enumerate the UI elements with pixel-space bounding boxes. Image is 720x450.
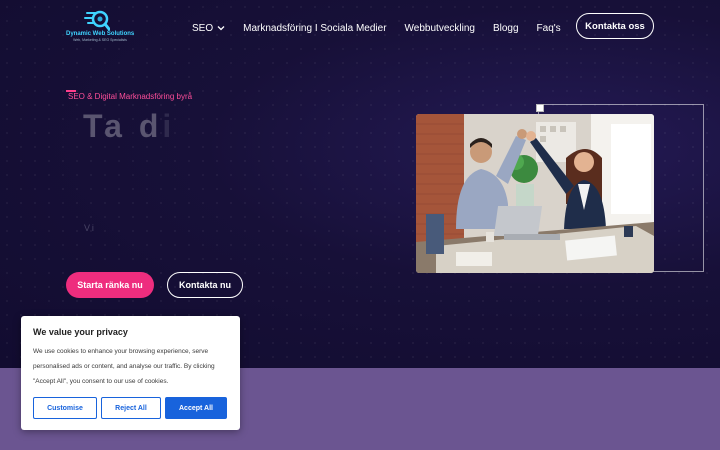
- logo-tagline: Web, Marketing & SEO Specialists: [73, 38, 127, 42]
- start-button[interactable]: Starta ränka nu: [66, 272, 154, 298]
- hero-headline-faded: i: [162, 108, 176, 144]
- main-nav: SEO Marknadsföring I Sociala Medier Webb…: [192, 20, 579, 36]
- contact-us-button[interactable]: Kontakta oss: [576, 13, 654, 39]
- contact-now-button[interactable]: Kontakta nu: [167, 272, 243, 298]
- nav-item-label: Faq's: [536, 22, 561, 34]
- nav-item-label: Webbutveckling: [404, 22, 475, 34]
- cookie-customise-button[interactable]: Customise: [33, 397, 97, 419]
- cookie-accept-all-button[interactable]: Accept All: [165, 397, 227, 419]
- nav-item-label: SEO: [192, 22, 214, 34]
- cookie-reject-all-button[interactable]: Reject All: [101, 397, 161, 419]
- nav-item-web-development[interactable]: Webbutveckling: [405, 23, 475, 34]
- hero-headline: Ta di: [83, 108, 175, 145]
- logo-name: Dynamic Web Solutions: [66, 31, 135, 37]
- hero-subtext: Vi: [84, 223, 96, 233]
- hero-photo-high-five: [416, 114, 654, 273]
- nav-item-blog[interactable]: Blogg: [493, 23, 519, 34]
- cookie-description: We use cookies to enhance your browsing …: [33, 348, 215, 385]
- logo-icon: [84, 10, 110, 31]
- hero-eyebrow: SEO & Digital Marknadsföring byrå: [68, 92, 193, 101]
- image-decor-corner: [536, 104, 544, 112]
- nav-item-label: Marknadsföring I Sociala Medier: [243, 22, 387, 34]
- site-logo[interactable]: Dynamic Web Solutions Web, Marketing & S…: [66, 9, 134, 43]
- nav-item-seo[interactable]: SEO: [192, 23, 225, 34]
- chevron-down-icon: [217, 26, 225, 31]
- hero-headline-visible: Ta d: [83, 108, 163, 144]
- nav-item-social-media[interactable]: Marknadsföring I Sociala Medier: [243, 23, 386, 34]
- nav-item-faq[interactable]: Faq's: [537, 23, 561, 34]
- cookie-consent-banner: We value your privacy We use cookies to …: [21, 316, 240, 430]
- nav-item-label: Blogg: [492, 22, 519, 34]
- cookie-title: We value your privacy: [33, 327, 128, 337]
